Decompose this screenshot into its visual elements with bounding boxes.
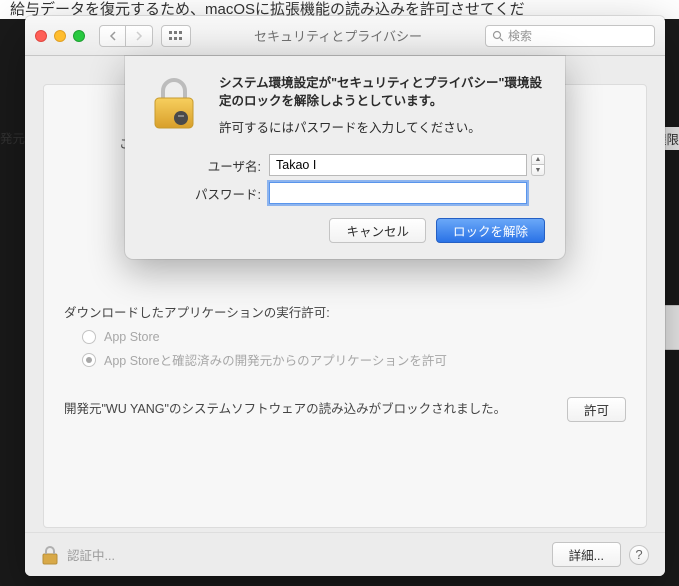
- blocked-software-row: 開発元"WU YANG"のシステムソフトウェアの読み込みがブロックされました。 …: [64, 397, 626, 422]
- password-label: パスワード:: [145, 184, 269, 203]
- radio-identified-row: App Storeと確認済みの開発元からのアプリケーションを許可: [82, 350, 626, 369]
- auth-dialog: システム環境設定が"セキュリティとプライバシー"環境設定のロックを解除しようとし…: [125, 56, 565, 259]
- cancel-button[interactable]: キャンセル: [329, 218, 426, 243]
- download-allow-label: ダウンロードしたアプリケーションの実行許可:: [64, 302, 626, 321]
- zoom-window-button[interactable]: [73, 30, 85, 42]
- password-input[interactable]: [269, 182, 527, 204]
- username-label: ユーザ名:: [145, 156, 269, 175]
- auth-message: システム環境設定が"セキュリティとプライバシー"環境設定のロックを解除しようとし…: [219, 74, 545, 136]
- search-icon: [492, 30, 504, 42]
- radio-appstore-label: App Store: [104, 330, 160, 344]
- radio-appstore-row: App Store: [82, 330, 626, 344]
- stepper-down[interactable]: ▼: [531, 165, 545, 176]
- nav-buttons: [99, 25, 153, 47]
- back-button[interactable]: [99, 25, 126, 47]
- help-button[interactable]: ?: [629, 545, 649, 565]
- search-input[interactable]: 検索: [485, 25, 655, 47]
- unlock-button[interactable]: ロックを解除: [436, 218, 545, 243]
- radio-appstore[interactable]: [82, 330, 96, 344]
- close-window-button[interactable]: [35, 30, 47, 42]
- search-placeholder: 検索: [508, 27, 532, 44]
- minimize-window-button[interactable]: [54, 30, 66, 42]
- lock-large-icon: [145, 74, 203, 132]
- download-allow-group: ダウンロードしたアプリケーションの実行許可: App Store App Sto…: [64, 302, 626, 369]
- blocked-software-message: 開発元"WU YANG"のシステムソフトウェアの読み込みがブロックされました。: [64, 400, 549, 419]
- forward-button[interactable]: [126, 25, 153, 47]
- details-button[interactable]: 詳細...: [552, 542, 621, 567]
- username-input[interactable]: [269, 154, 527, 176]
- preferences-window: セキュリティとプライバシー 検索 このコ ダウンロードしたアプリケーションの実行…: [25, 16, 665, 576]
- radio-identified-label: App Storeと確認済みの開発元からのアプリケーションを許可: [104, 350, 447, 369]
- username-stepper: ▲ ▼: [531, 154, 545, 176]
- background-text-left: 発元: [0, 128, 25, 147]
- show-all-button[interactable]: [161, 25, 191, 47]
- lock-icon[interactable]: [41, 545, 59, 565]
- window-toolbar: セキュリティとプライバシー 検索: [25, 16, 665, 56]
- stepper-up[interactable]: ▲: [531, 154, 545, 165]
- radio-identified-developers[interactable]: [82, 353, 96, 367]
- allow-button[interactable]: 許可: [567, 397, 626, 422]
- lock-status-text: 認証中...: [67, 545, 544, 564]
- auth-message-sub: 許可するにはパスワードを入力してください。: [219, 117, 545, 136]
- auth-message-bold: システム環境設定が"セキュリティとプライバシー"環境設定のロックを解除しようとし…: [219, 74, 545, 110]
- window-title: セキュリティとプライバシー: [254, 26, 422, 45]
- window-footer: 認証中... 詳細... ?: [25, 532, 665, 576]
- window-controls: [35, 30, 85, 42]
